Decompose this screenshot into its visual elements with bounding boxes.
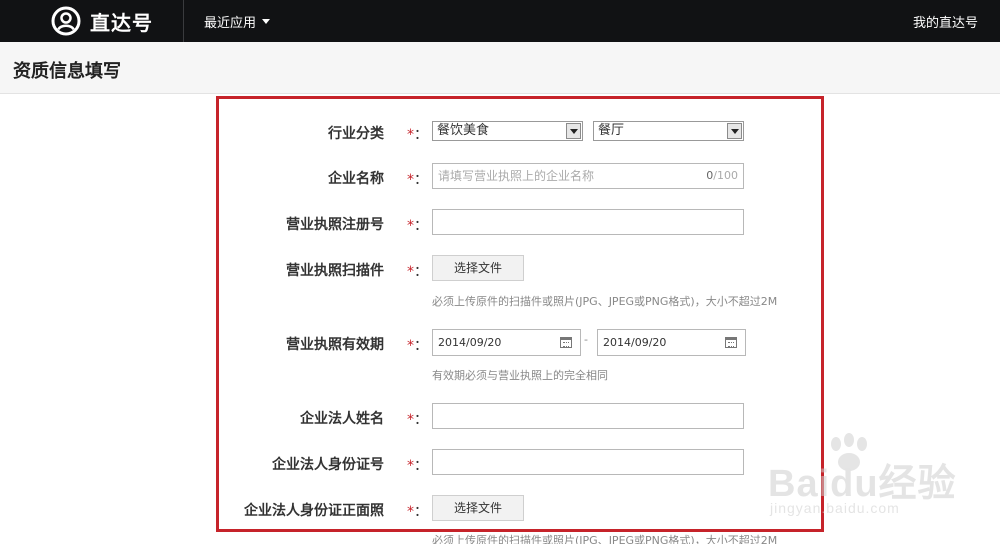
- my-account-link[interactable]: 我的直达号: [913, 0, 978, 42]
- required-marker: *：: [407, 261, 428, 281]
- char-counter: 0/100: [706, 164, 738, 188]
- label-colon: ：: [414, 338, 428, 354]
- recent-apps-label: 最近应用: [204, 15, 257, 31]
- required-marker: *：: [407, 501, 428, 521]
- required-marker: *：: [407, 169, 428, 189]
- label-colon: ：: [414, 412, 428, 428]
- legal-person-id-label: 企业法人身份证号: [272, 457, 384, 473]
- company-name-label: 企业名称: [328, 171, 384, 187]
- dropdown-arrow-icon: [727, 123, 742, 139]
- license-scan-hint: 必须上传原件的扫描件或照片(JPG、JPEG或PNG格式)，大小不超过2M: [432, 295, 778, 308]
- top-nav-bar: 直达号 最近应用 我的直达号: [0, 0, 1000, 42]
- required-asterisk: *: [407, 218, 414, 234]
- char-count-max: /100: [713, 169, 738, 182]
- required-marker: *：: [407, 455, 428, 475]
- label-colon: ：: [414, 504, 428, 520]
- brand-logo[interactable]: 直达号: [50, 5, 153, 37]
- license-validity-hint: 有效期必须与营业执照上的完全相同: [432, 369, 608, 382]
- page-header: 资质信息填写: [0, 42, 1000, 94]
- license-start-date-input[interactable]: 2014/09/20: [432, 329, 581, 356]
- label-colon: ：: [414, 218, 428, 234]
- license-scan-choose-file-button[interactable]: 选择文件: [432, 255, 524, 281]
- calendar-icon[interactable]: [725, 337, 737, 348]
- company-name-input[interactable]: 请填写营业执照上的企业名称 0/100: [432, 163, 744, 189]
- label-colon: ：: [414, 264, 428, 280]
- industry-secondary-value: 餐厅: [598, 123, 625, 138]
- legal-person-id-input[interactable]: [432, 449, 744, 475]
- industry-label: 行业分类: [328, 126, 384, 142]
- license-validity-label: 营业执照有效期: [286, 337, 384, 353]
- recent-apps-menu[interactable]: 最近应用: [204, 0, 271, 42]
- dropdown-arrow-icon: [566, 123, 581, 139]
- required-asterisk: *: [407, 127, 414, 143]
- nav-divider: [183, 0, 184, 42]
- required-asterisk: *: [407, 172, 414, 188]
- required-asterisk: *: [407, 504, 414, 520]
- license-end-date-value: 2014/09/20: [603, 336, 667, 349]
- baidu-jingyan-watermark: Baidu经验 jingyan.baidu.com: [768, 432, 978, 532]
- legal-person-id-front-label: 企业法人身份证正面照: [244, 503, 384, 519]
- license-start-date-value: 2014/09/20: [438, 336, 502, 349]
- legal-person-name-input[interactable]: [432, 403, 744, 429]
- watermark-brand: Baidu经验: [768, 463, 957, 505]
- label-colon: ：: [414, 172, 428, 188]
- date-range-separator: -: [584, 333, 588, 346]
- watermark-url: jingyan.baidu.com: [770, 500, 900, 516]
- required-asterisk: *: [407, 412, 414, 428]
- industry-primary-select[interactable]: 餐饮美食: [432, 121, 583, 141]
- label-colon: ：: [414, 458, 428, 474]
- required-marker: *：: [407, 124, 428, 144]
- license-scan-label: 营业执照扫描件: [286, 263, 384, 279]
- page-title: 资质信息填写: [13, 61, 121, 82]
- license-number-label: 营业执照注册号: [286, 217, 384, 233]
- legal-person-name-label: 企业法人姓名: [300, 411, 384, 427]
- required-asterisk: *: [407, 338, 414, 354]
- chevron-down-icon: [262, 18, 271, 24]
- required-asterisk: *: [407, 458, 414, 474]
- required-asterisk: *: [407, 264, 414, 280]
- required-marker: *：: [407, 409, 428, 429]
- brand-name: 直达号: [90, 10, 153, 35]
- license-end-date-input[interactable]: 2014/09/20: [597, 329, 746, 356]
- industry-secondary-select[interactable]: 餐厅: [593, 121, 744, 141]
- legal-person-id-front-choose-file-button[interactable]: 选择文件: [432, 495, 524, 521]
- legal-person-id-front-hint: 必须上传原件的扫描件或照片(JPG、JPEG或PNG格式)，大小不超过2M: [432, 534, 778, 544]
- company-name-placeholder: 请填写营业执照上的企业名称: [438, 169, 595, 183]
- required-marker: *：: [407, 335, 428, 355]
- license-number-input[interactable]: [432, 209, 744, 235]
- required-marker: *：: [407, 215, 428, 235]
- brand-logo-icon: [51, 6, 81, 36]
- label-colon: ：: [414, 127, 428, 143]
- industry-primary-value: 餐饮美食: [437, 123, 490, 138]
- calendar-icon[interactable]: [560, 337, 572, 348]
